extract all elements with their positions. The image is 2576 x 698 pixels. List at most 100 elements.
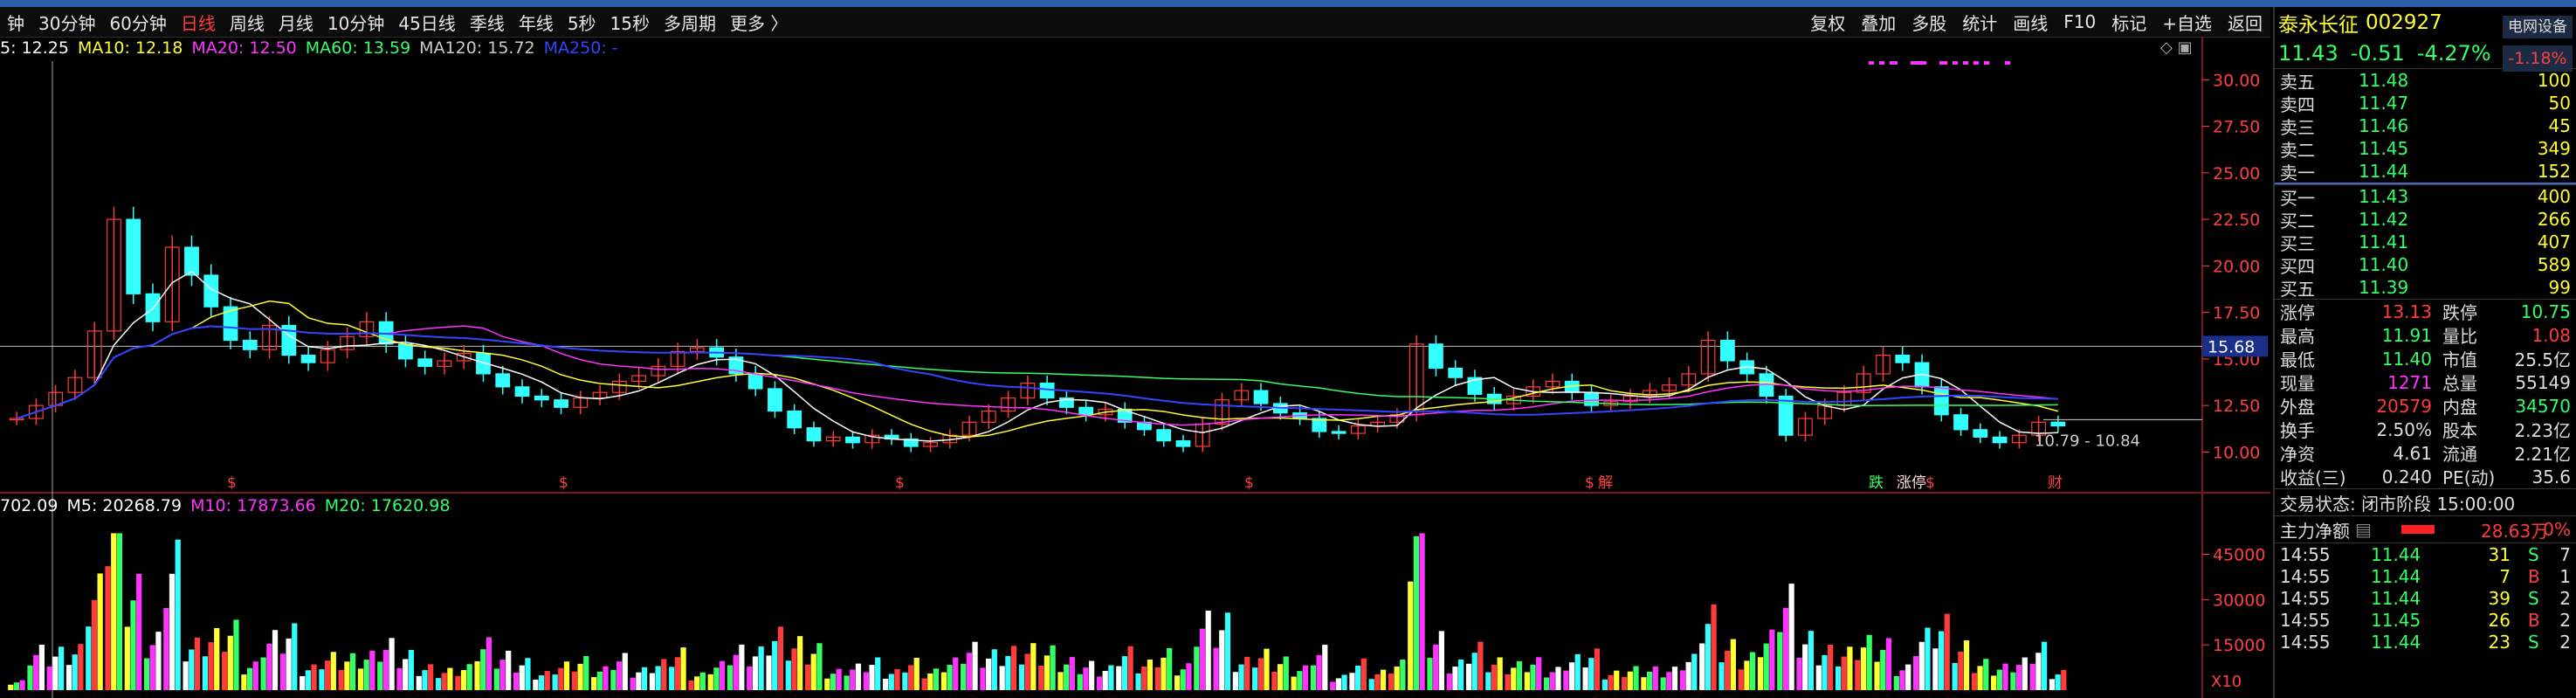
candle-body: [1895, 355, 1911, 363]
volume-bar: [544, 671, 550, 690]
book-level-label: 卖五: [2280, 71, 2315, 93]
volume-bar: [1335, 678, 1341, 690]
stat-value: 20579: [2376, 395, 2432, 417]
volume-bar: [1699, 643, 1705, 690]
stat-label: PE(动): [2442, 467, 2496, 488]
last-price: 11.43: [2278, 41, 2338, 66]
book-row[interactable]: 卖四 11.47 50: [2275, 92, 2576, 115]
volume-bar: [2016, 665, 2022, 690]
candle-body: [845, 436, 860, 444]
stat-label: 净资: [2280, 444, 2315, 465]
book-row[interactable]: 买二 11.42 266: [2275, 208, 2576, 232]
tick-side: B: [2528, 565, 2540, 587]
tick-row: 14:55 11.45 26 B 2: [2275, 609, 2576, 631]
volume-bar: [1808, 631, 1815, 690]
stat-value: 1.08: [2531, 324, 2571, 346]
volume-bar: [1874, 661, 1880, 690]
volume-bar: [149, 645, 155, 690]
candle-body: [747, 373, 763, 390]
volume-bar: [1083, 667, 1089, 690]
volume-bar: [655, 666, 661, 690]
volume-bar: [1666, 672, 1672, 690]
volume-bar: [836, 668, 842, 690]
volume-bar: [1252, 667, 1258, 690]
volume-bar: [1952, 662, 1958, 690]
candle-body: [806, 427, 822, 442]
book-row[interactable]: 买五 11.39 99: [2275, 276, 2576, 300]
book-row[interactable]: 卖二 11.45 349: [2275, 137, 2576, 161]
stat-value: 35.6: [2531, 466, 2571, 487]
volume-bar: [1205, 610, 1211, 690]
volume-bar: [1652, 666, 1658, 690]
volume-bar: [747, 666, 753, 690]
signal-dot: [1892, 61, 1898, 65]
volume-bar: [694, 676, 700, 690]
volume-bar: [59, 646, 65, 690]
flow-toggle-icon[interactable]: ▤: [2355, 519, 2372, 540]
volume-bar: [1977, 666, 1983, 690]
event-marker: $: [895, 474, 905, 492]
volume-bar: [1322, 645, 1328, 690]
volume-bar: [305, 670, 311, 690]
volume-bar: [1627, 671, 1633, 690]
volume-bar: [1738, 669, 1744, 690]
book-price: 11.47: [2359, 93, 2409, 114]
volume-bar: [1899, 670, 1905, 690]
volume-bar: [1147, 660, 1154, 690]
candle-body: [554, 399, 568, 408]
book-row[interactable]: 买四 11.40 589: [2275, 253, 2576, 277]
sector-button[interactable]: 电网设备: [2503, 16, 2573, 38]
volume-bar: [455, 675, 461, 690]
tick-row: 14:55 11.44 31 S 7: [2275, 543, 2576, 565]
volume-bar: [863, 672, 869, 690]
candle-body: [495, 373, 511, 388]
volume-bar: [1893, 675, 1899, 690]
volume-bar: [513, 672, 520, 690]
tick-price: 11.44: [2371, 543, 2421, 565]
volume-bar: [136, 574, 142, 690]
tick-volume: 23: [2488, 631, 2511, 653]
volume-bar: [1646, 671, 1653, 690]
volume-bar: [2061, 669, 2067, 690]
volume-bar: [1186, 663, 1192, 690]
legend-item: M10: 17873.66: [190, 496, 316, 515]
volume-bar: [1536, 657, 1542, 690]
tick-list[interactable]: 14:55 11.44 31 S 7 14:55 11.44 7 B 1 14:55…: [2275, 543, 2576, 653]
book-row[interactable]: 卖三 11.46 45: [2275, 114, 2576, 138]
book-row[interactable]: 买一 11.43 400: [2275, 185, 2576, 209]
volume-bar: [1238, 664, 1244, 690]
stat-row: 现量 1271 总量 55149: [2275, 370, 2576, 395]
volume-bar: [777, 626, 784, 690]
volume-bar: [1057, 672, 1064, 690]
volume-bar: [116, 533, 123, 690]
volume-bar: [1452, 666, 1458, 690]
book-row[interactable]: 买三 11.41 407: [2275, 231, 2576, 254]
volume-bar: [1446, 673, 1452, 690]
volume-bar: [953, 657, 959, 690]
stat-label: 内盘: [2442, 397, 2477, 418]
volume-bar: [1822, 654, 1828, 690]
kline-chart[interactable]: 30.0027.5025.0022.5020.0017.5015.0012.50…: [0, 0, 2270, 698]
book-row[interactable]: 卖一 11.44 152: [2275, 160, 2576, 183]
volume-bar: [797, 636, 803, 690]
volume-bar: [947, 665, 953, 690]
volume-bar: [1121, 656, 1128, 690]
volume-bar: [363, 660, 369, 690]
volume-bar: [727, 665, 734, 690]
volume-bar: [1213, 647, 1219, 690]
volume-bar: [558, 667, 564, 690]
book-row[interactable]: 卖五 11.48 100: [2275, 69, 2576, 93]
volume-bar: [961, 663, 967, 690]
sector-change-badge[interactable]: -1.18%: [2503, 45, 2573, 72]
volume-bar: [1244, 656, 1250, 690]
volume-bar: [888, 674, 894, 690]
volume-bar: [1277, 664, 1284, 690]
volume-bar: [1963, 640, 1970, 690]
volume-bar: [1219, 630, 1225, 690]
volume-bar: [1388, 673, 1395, 690]
volume-bar: [105, 566, 111, 690]
volume-bar: [2049, 679, 2056, 690]
volume-bar: [966, 653, 972, 690]
volume-bar: [610, 669, 616, 690]
volume-bar: [1866, 634, 1872, 690]
